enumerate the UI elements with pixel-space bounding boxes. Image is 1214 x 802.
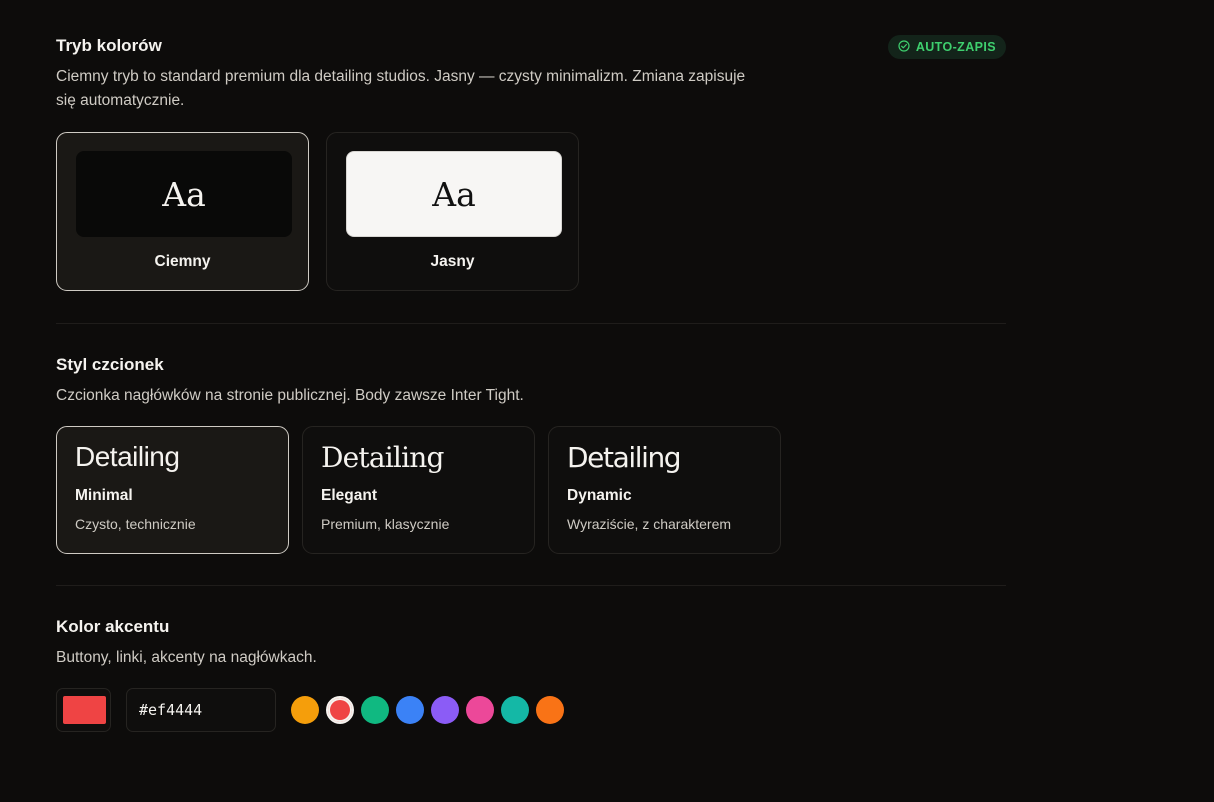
font-option-subtitle: Czysto, technicznie — [75, 516, 196, 532]
color-picker-button[interactable] — [56, 688, 111, 732]
mode-option-light[interactable]: Aa Jasny — [326, 132, 579, 291]
font-option-name: Dynamic — [567, 487, 632, 504]
dark-preview: Aa — [76, 151, 292, 237]
color-preset-swatch[interactable] — [501, 696, 529, 724]
color-preset-swatch[interactable] — [466, 696, 494, 724]
font-option-dynamic[interactable]: Detailing Dynamic Wyraziście, z charakte… — [548, 426, 781, 554]
color-preset-swatch[interactable] — [291, 696, 319, 724]
mode-option-label: Jasny — [430, 253, 475, 270]
font-sample: Detailing — [321, 441, 444, 474]
font-style-section: Styl czcionek Czcionka nagłówków na stro… — [56, 355, 1006, 554]
font-option-name: Elegant — [321, 487, 377, 504]
mode-option-label: Ciemny — [154, 253, 211, 270]
section-divider — [56, 585, 1006, 586]
check-circle-icon — [898, 39, 910, 55]
light-preview: Aa — [346, 151, 562, 237]
auto-save-badge: AUTO-ZAPIS — [887, 35, 1006, 59]
font-style-description: Czcionka nagłówków na stronie publicznej… — [56, 387, 524, 404]
mode-option-dark[interactable]: Aa Ciemny — [56, 132, 309, 291]
font-sample: Detailing — [567, 441, 682, 474]
auto-save-label: AUTO-ZAPIS — [915, 40, 996, 54]
color-mode-section: Tryb kolorów AUTO-ZAPIS Ciemny tryb to s… — [56, 35, 1006, 291]
font-option-name: Minimal — [75, 487, 133, 504]
font-option-minimal[interactable]: Detailing Minimal Czysto, technicznie — [56, 426, 289, 554]
color-mode-title: Tryb kolorów — [56, 36, 162, 55]
accent-description: Buttony, linki, akcenty na nagłówkach. — [56, 649, 317, 666]
font-sample: Detailing — [75, 441, 180, 472]
accent-color-section: Kolor akcentu Buttony, linki, akcenty na… — [56, 617, 1006, 732]
color-preset-swatch[interactable] — [326, 696, 354, 724]
current-color-swatch — [63, 696, 106, 724]
font-option-subtitle: Premium, klasycznie — [321, 516, 450, 532]
color-preset-swatch[interactable] — [361, 696, 389, 724]
color-presets — [291, 696, 564, 724]
color-preset-swatch[interactable] — [536, 696, 564, 724]
font-option-subtitle: Wyraziście, z charakterem — [567, 516, 732, 532]
color-preset-swatch[interactable] — [396, 696, 424, 724]
font-style-title: Styl czcionek — [56, 355, 164, 374]
color-mode-description: Ciemny tryb to standard premium dla deta… — [56, 68, 746, 109]
hex-color-input[interactable] — [126, 688, 276, 732]
font-option-elegant[interactable]: Detailing Elegant Premium, klasycznie — [302, 426, 535, 554]
color-preset-swatch[interactable] — [431, 696, 459, 724]
accent-title: Kolor akcentu — [56, 617, 170, 636]
section-divider — [56, 323, 1006, 324]
